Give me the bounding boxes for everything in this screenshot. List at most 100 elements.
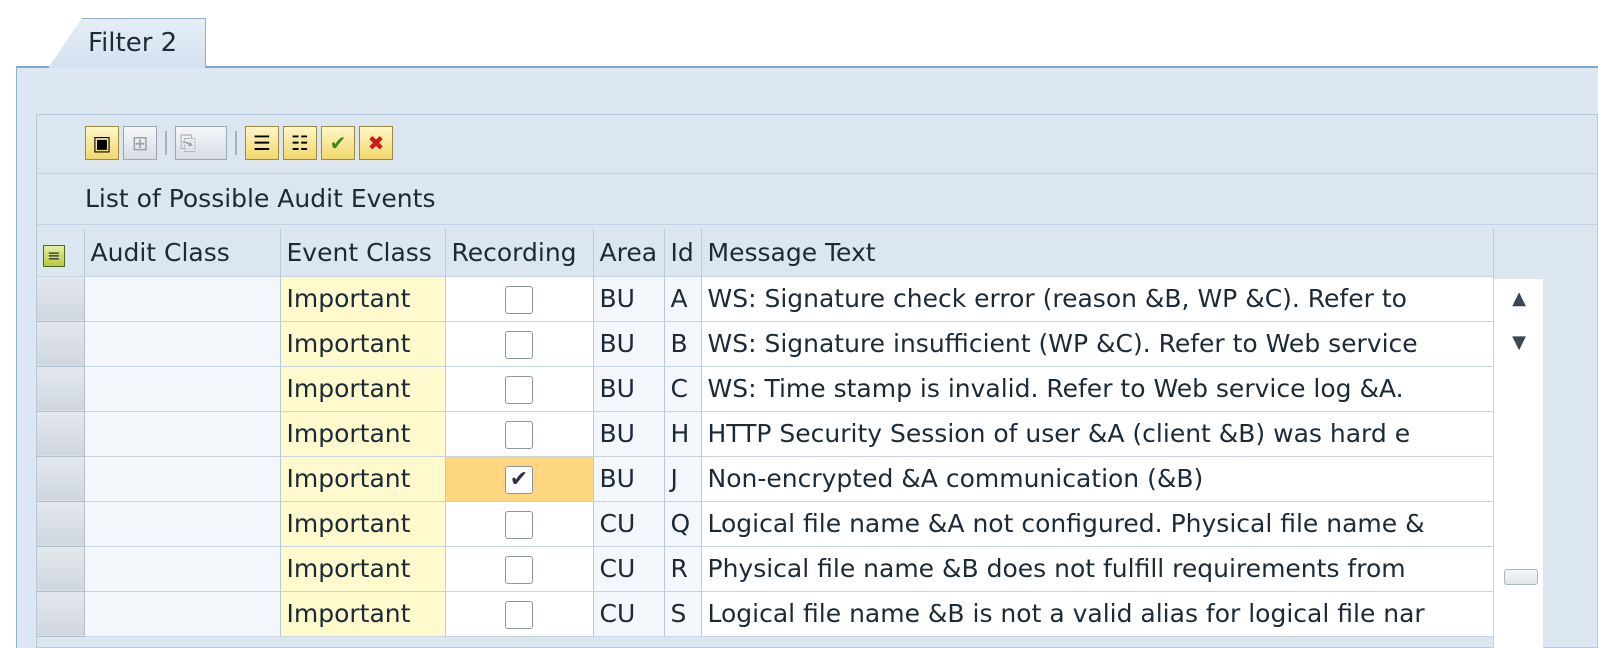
event-class-cell[interactable]: Important (280, 456, 446, 502)
row-selector[interactable] (37, 411, 85, 457)
row-selector[interactable] (37, 321, 85, 367)
row-selector[interactable] (37, 276, 85, 322)
recording-cell (445, 411, 594, 457)
scrollbar-thumb[interactable] (1504, 569, 1538, 585)
insert-row-button[interactable]: ⊞ (123, 126, 157, 160)
recording-cell (445, 276, 594, 322)
column-header-event-class[interactable]: Event Class (280, 229, 446, 277)
audit-class-cell (84, 321, 281, 367)
column-header-area[interactable]: Area (593, 229, 665, 277)
details-button[interactable]: ▣ (85, 126, 119, 160)
recording-cell (445, 321, 594, 367)
table-row: Important BU C WS: Time stamp is invalid… (37, 366, 1494, 412)
select-all-button[interactable]: ☰ (245, 126, 279, 160)
area-cell: BU (593, 276, 665, 322)
id-cell: H (664, 411, 702, 457)
recording-checkbox[interactable]: ✔ (505, 465, 533, 494)
id-cell: J (664, 456, 702, 502)
message-text-cell: WS: Signature check error (reason &B, WP… (701, 276, 1494, 322)
audit-class-cell (84, 366, 281, 412)
recording-cell (445, 546, 594, 592)
toolbar-separator (235, 131, 237, 155)
event-class-cell[interactable]: Important (280, 591, 446, 637)
recording-cell (445, 366, 594, 412)
id-cell: C (664, 366, 702, 412)
event-class-cell[interactable]: Important (280, 411, 446, 457)
recording-cell: ✔ (445, 456, 594, 502)
print-preview-icon: ⎘ (180, 131, 196, 155)
id-cell: Q (664, 501, 702, 547)
insert-row-icon: ⊞ (131, 131, 149, 155)
audit-class-cell (84, 456, 281, 502)
accept-button[interactable]: ✔ (321, 126, 355, 160)
tab-filter-2-label[interactable]: Filter 2 (88, 28, 177, 58)
vertical-scrollbar[interactable]: ▲ ▼ (1493, 279, 1543, 648)
row-selector[interactable] (37, 546, 85, 592)
recording-checkbox[interactable] (505, 555, 533, 584)
message-text-cell: HTTP Security Session of user &A (client… (701, 411, 1494, 457)
row-selector[interactable] (37, 501, 85, 547)
table-row: Important BU A WS: Signature check error… (37, 276, 1494, 322)
area-cell: BU (593, 411, 665, 457)
accept-icon: ✔ (329, 131, 347, 155)
audit-class-cell (84, 501, 281, 547)
recording-checkbox[interactable] (505, 330, 533, 359)
cancel-button[interactable]: ✖ (359, 126, 393, 160)
recording-checkbox[interactable] (505, 420, 533, 449)
details-icon: ▣ (92, 131, 112, 155)
scroll-down-icon[interactable]: ▼ (1504, 331, 1534, 355)
id-cell: A (664, 276, 702, 322)
table-row: Important BU B WS: Signature insufficien… (37, 321, 1494, 367)
row-selector[interactable] (37, 456, 85, 502)
audit-class-cell (84, 276, 281, 322)
table-header-row: ≡ Audit Class Event Class Recording Area… (37, 229, 1494, 277)
select-all-rows-header[interactable]: ≡ (37, 229, 85, 277)
select-all-icon: ☰ (253, 131, 271, 155)
recording-checkbox[interactable] (505, 600, 533, 629)
area-cell: CU (593, 546, 665, 592)
audit-events-grid: ▣ ⊞ ⎘ ☰ ☷ ✔ ✖ List of Possible Audit Eve… (36, 114, 1598, 648)
list-title: List of Possible Audit Events (85, 184, 436, 213)
event-class-cell[interactable]: Important (280, 501, 446, 547)
event-class-cell[interactable]: Important (280, 546, 446, 592)
column-header-recording[interactable]: Recording (445, 229, 594, 277)
column-header-audit-class[interactable]: Audit Class (84, 229, 281, 277)
id-cell: R (664, 546, 702, 592)
cancel-icon: ✖ (367, 131, 385, 155)
event-class-cell[interactable]: Important (280, 276, 446, 322)
row-selector[interactable] (37, 591, 85, 637)
message-text-cell: Logical file name &A not configured. Phy… (701, 501, 1494, 547)
area-cell: BU (593, 366, 665, 412)
event-class-cell[interactable]: Important (280, 321, 446, 367)
area-cell: CU (593, 591, 665, 637)
scroll-up-icon[interactable]: ▲ (1504, 287, 1534, 311)
column-header-message-text[interactable]: Message Text (701, 229, 1494, 277)
row-selector[interactable] (37, 366, 85, 412)
message-text-cell: WS: Signature insufficient (WP &C). Refe… (701, 321, 1494, 367)
table-row: Important CU S Logical file name &B is n… (37, 591, 1494, 637)
deselect-all-button[interactable]: ☷ (283, 126, 317, 160)
recording-checkbox[interactable] (505, 510, 533, 539)
id-cell: S (664, 591, 702, 637)
event-class-cell[interactable]: Important (280, 366, 446, 412)
print-preview-button[interactable]: ⎘ (175, 126, 227, 160)
table-row: Important BU H HTTP Security Session of … (37, 411, 1494, 457)
message-text-cell: Logical file name &B is not a valid alia… (701, 591, 1494, 637)
column-layout-icon: ≡ (43, 244, 65, 267)
area-cell: BU (593, 456, 665, 502)
message-text-cell: Non-encrypted &A communication (&B) (701, 456, 1494, 502)
audit-class-cell (84, 411, 281, 457)
area-cell: BU (593, 321, 665, 367)
deselect-all-icon: ☷ (291, 131, 309, 155)
message-text-cell: Physical file name &B does not fulfill r… (701, 546, 1494, 592)
audit-events-table: ≡ Audit Class Event Class Recording Area… (37, 229, 1494, 637)
recording-checkbox[interactable] (505, 285, 533, 314)
list-title-bar: List of Possible Audit Events (37, 173, 1597, 225)
table-row: Important CU R Physical file name &B doe… (37, 546, 1494, 592)
recording-checkbox[interactable] (505, 375, 533, 404)
id-cell: B (664, 321, 702, 367)
table-row: Important ✔ BU J Non-encrypted &A commun… (37, 456, 1494, 502)
audit-filter-screen: Filter 2 ▣ ⊞ ⎘ ☰ ☷ ✔ ✖ List of Possible … (0, 0, 1598, 648)
column-header-id[interactable]: Id (664, 229, 702, 277)
table-row: Important CU Q Logical file name &A not … (37, 501, 1494, 547)
